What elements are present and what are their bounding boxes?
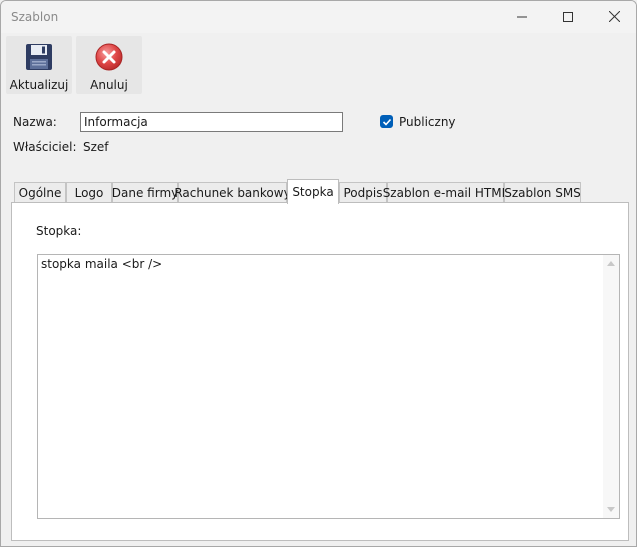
floppy-disk-icon <box>26 44 52 70</box>
red-x-circle-icon <box>95 43 123 71</box>
scroll-up-arrow-icon[interactable] <box>607 261 615 266</box>
tab-email-html-template[interactable]: Szablon e-mail HTML <box>383 182 508 203</box>
title-bar: Szablon <box>1 1 636 33</box>
tab-footer[interactable]: Stopka <box>287 179 339 204</box>
close-button[interactable] <box>591 1 636 32</box>
update-button[interactable]: Aktualizuj <box>6 36 72 94</box>
footer-tab-panel: Stopka: stopka maila <br /> <box>11 202 629 541</box>
window-title: Szablon <box>11 10 59 24</box>
footer-label: Stopka: <box>36 224 82 238</box>
footer-textarea[interactable]: stopka maila <br /> <box>37 254 620 519</box>
public-checkbox[interactable] <box>380 115 393 128</box>
cancel-button-label: Anuluj <box>90 78 128 92</box>
update-button-label: Aktualizuj <box>9 78 69 92</box>
owner-label: Właściciel: <box>13 140 77 154</box>
tab-logo[interactable]: Logo <box>66 182 112 203</box>
tab-signature[interactable]: Podpis <box>339 182 387 203</box>
footer-text: stopka maila <br /> <box>41 257 163 271</box>
tab-general[interactable]: Ogólne <box>14 182 66 203</box>
template-window: Szablon Aktualizuj Anuluj Nazwa: Informa… <box>0 0 637 547</box>
maximize-button[interactable] <box>545 1 591 32</box>
minimize-icon <box>517 16 527 17</box>
owner-value: Szef <box>83 140 109 154</box>
scroll-down-arrow-icon[interactable] <box>607 507 615 512</box>
public-label: Publiczny <box>399 115 456 129</box>
tab-sms-template[interactable]: Szablon SMS <box>504 182 581 203</box>
maximize-icon <box>563 11 573 22</box>
minimize-button[interactable] <box>499 1 545 32</box>
cancel-button[interactable]: Anuluj <box>76 36 142 94</box>
name-label: Nazwa: <box>13 115 57 129</box>
vertical-scrollbar[interactable] <box>603 255 619 518</box>
name-field[interactable] <box>80 112 343 132</box>
checkmark-icon <box>382 118 391 126</box>
close-icon <box>608 11 620 22</box>
tab-bank-account[interactable]: Rachunek bankowy <box>174 182 291 203</box>
tab-company-data[interactable]: Dane firmy <box>112 182 178 203</box>
